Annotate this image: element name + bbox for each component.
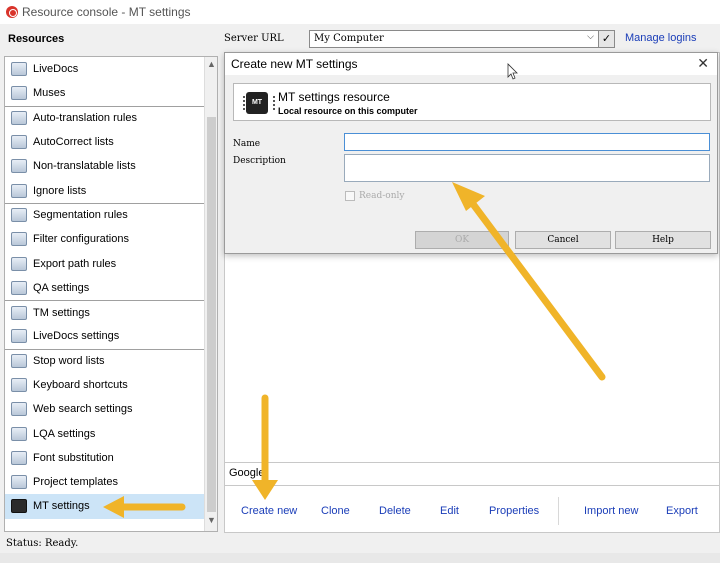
arrow-to-create-new-icon bbox=[252, 394, 278, 500]
arrow-to-description-icon bbox=[452, 182, 606, 381]
annotation-overlay bbox=[103, 63, 606, 518]
mouse-cursor-icon bbox=[507, 63, 518, 80]
arrow-to-mt-settings-icon bbox=[103, 496, 186, 518]
